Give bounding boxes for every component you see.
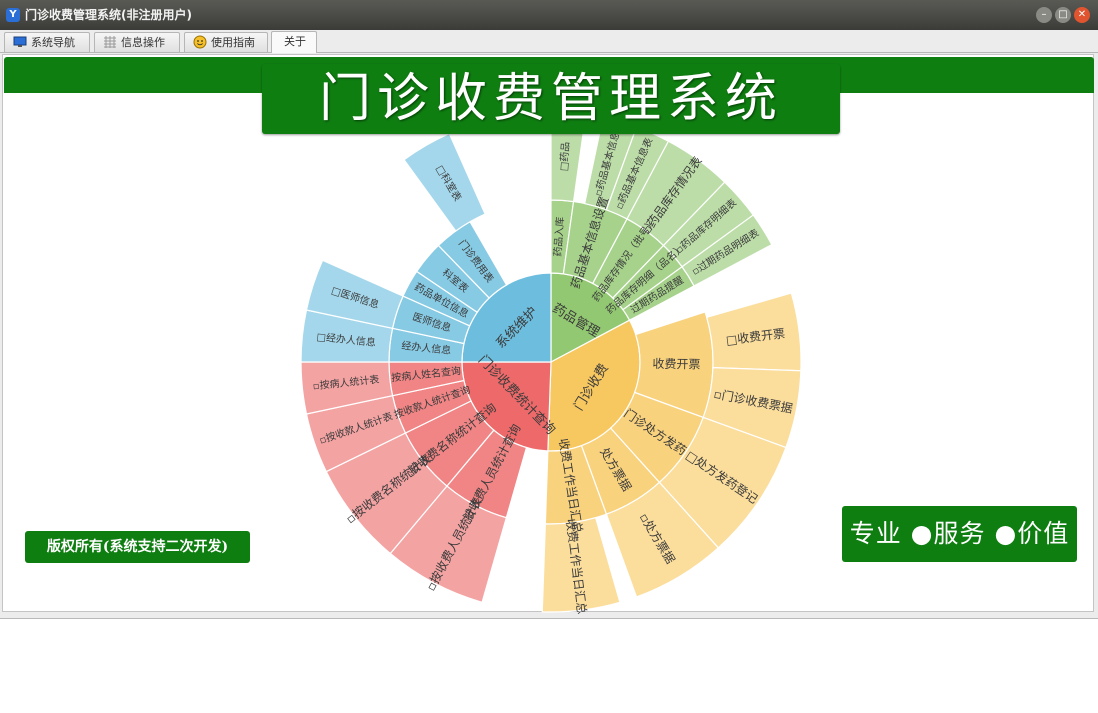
copyright-badge: 版权所有(系统支持二次开发): [25, 531, 250, 563]
banner-title: 门诊收费管理系统: [318, 69, 783, 129]
slogan-badge: 专业 ●服务 ●价值: [842, 506, 1077, 562]
sunburst-leaf-label: □药品: [558, 141, 572, 171]
sunburst-child-label: 收费开票: [652, 357, 700, 372]
app-banner: 门诊收费管理系统: [262, 64, 840, 134]
